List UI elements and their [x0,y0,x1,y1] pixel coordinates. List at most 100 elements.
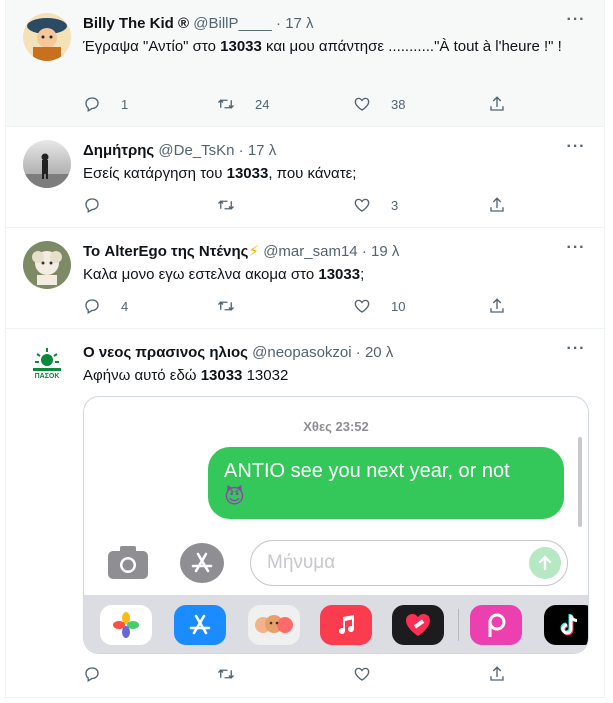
tweet-text: Αφήνω αυτό εδώ 13033 13032 [83,367,289,384]
more-icon[interactable]: ··· [566,139,586,161]
tweet[interactable]: Το AlterEgo της Ντένης⚡ @mar_sam14 · 19 … [6,228,604,329]
dock-divider [458,609,459,641]
highlighted-number: 13033 [200,367,243,384]
lightning-emoji: ⚡ [248,243,260,260]
avatar[interactable] [23,140,71,188]
like-icon [354,667,370,681]
picsart-app-icon [470,605,522,645]
share-button[interactable] [488,195,506,215]
tweet-actions: 4 10 [83,296,523,316]
avatar[interactable]: ΠΑΣΟΚ [23,342,71,390]
more-icon[interactable]: ··· [566,12,586,34]
separator-dot: · [355,344,361,361]
tweet-time[interactable]: 20 λ [365,344,393,361]
tweet-feed: Billy The Kid ® @BillP____ · 17 λ ··· Έγ… [5,0,605,698]
retweet-icon [218,301,234,311]
avatar-logo-text: ΠΑΣΟΚ [35,373,60,380]
tweet-time[interactable]: 17 λ [248,142,276,159]
share-button[interactable] [488,94,506,114]
retweet-button[interactable] [217,296,255,316]
user-handle[interactable]: @neopasokzoi [252,344,351,361]
separator-dot: · [276,15,282,32]
like-icon [354,97,370,111]
message-input: Μήνυμα [250,540,568,586]
retweet-icon [218,669,234,679]
display-name[interactable]: Το AlterEgo της Ντένης [83,243,248,260]
like-icon [354,198,370,212]
tweet-actions: 1 24 38 [83,94,523,114]
reply-button[interactable]: 4 [83,296,128,316]
registered-badge: ® [178,15,190,32]
camera-icon [106,545,150,581]
user-handle[interactable]: @BillP____ [193,15,272,32]
message-text: ΑΝΤΙΟ see you next year, or not [224,460,510,482]
tweet-text: Έγραψα "Αντίο" στο 13033 και μου απάντησ… [83,38,562,55]
attached-image[interactable]: Χθες 23:52 ΑΝΤΙΟ see you next year, or n… [83,396,589,654]
reply-count: 1 [121,96,129,112]
share-icon [490,298,504,313]
tweet-time[interactable]: 17 λ [285,15,313,32]
tweet-actions: 3 [83,195,523,215]
more-icon[interactable]: ··· [566,341,586,363]
appstore-app-icon [174,605,226,645]
memoji-app-icon [248,605,300,645]
heart-app-icon [392,605,444,645]
message-bubble: ΑΝΤΙΟ see you next year, or not 😈 [208,447,564,519]
like-count: 3 [391,197,399,213]
retweet-icon [218,99,234,109]
more-icon[interactable]: ··· [566,240,586,262]
highlighted-number: 13033 [226,165,269,182]
like-button[interactable]: 10 [353,296,405,316]
message-timestamp: Χθες 23:52 [303,419,369,434]
display-name[interactable]: Ο νεος πρασινος ηλιος [83,344,248,361]
separator-dot: · [361,243,367,260]
user-handle[interactable]: @mar_sam14 [263,243,357,260]
retweet-count: 24 [255,96,270,112]
tweet-header: Το AlterEgo της Ντένης⚡ @mar_sam14 · 19 … [83,242,399,262]
devil-emoji: 😈 [224,486,245,508]
share-button[interactable] [488,296,506,316]
send-arrow-icon [529,547,561,579]
share-button[interactable] [488,664,506,684]
tweet[interactable]: Billy The Kid ® @BillP____ · 17 λ ··· Έγ… [6,0,604,127]
like-button[interactable]: 38 [353,94,405,114]
tweet-text: Καλα μονο εγω εστελνα ακομα στο 13033; [83,266,365,283]
reply-button[interactable]: 1 [83,94,128,114]
app-store-icon [180,543,224,583]
reply-icon [85,299,99,314]
avatar[interactable] [23,13,71,61]
tweet-header: Ο νεος πρασινος ηλιος @neopasokzoi · 20 … [83,343,393,363]
music-app-icon [320,605,372,645]
tweet-header: Δημήτρης @De_TsKn · 17 λ [83,141,276,161]
tweet-text: Εσείς κατάργηση του 13033, που κάνατε; [83,165,357,182]
tweet[interactable]: Δημήτρης @De_TsKn · 17 λ ··· Εσείς κατάρ… [6,127,604,228]
avatar[interactable] [23,241,71,289]
reply-button[interactable] [83,664,121,684]
share-icon [490,96,504,111]
tweet[interactable]: ΠΑΣΟΚ Ο νεος πρασινος ηλιος @neopasokzoi… [6,329,604,698]
tweet-time[interactable]: 19 λ [371,243,399,260]
like-count: 10 [391,298,406,314]
reply-icon [85,198,99,213]
display-name[interactable]: Δημήτρης [83,142,154,159]
highlighted-number: 13033 [318,266,361,283]
reply-button[interactable] [83,195,121,215]
share-icon [490,666,504,681]
share-icon [490,197,504,212]
like-button[interactable]: 3 [353,195,398,215]
retweet-button[interactable] [217,664,255,684]
retweet-button[interactable] [217,195,255,215]
separator-dot: · [238,142,244,159]
tiktok-app-icon [544,605,588,645]
like-icon [354,299,370,313]
display-name[interactable]: Billy The Kid [83,15,174,32]
user-handle[interactable]: @De_TsKn [158,142,234,159]
retweet-button[interactable]: 24 [217,94,269,114]
like-button[interactable] [353,664,391,684]
reply-icon [85,667,99,682]
reply-icon [85,97,99,112]
message-placeholder: Μήνυμα [267,552,336,573]
highlighted-number: 13033 [220,38,262,55]
retweet-icon [218,200,234,210]
reply-count: 4 [121,298,129,314]
